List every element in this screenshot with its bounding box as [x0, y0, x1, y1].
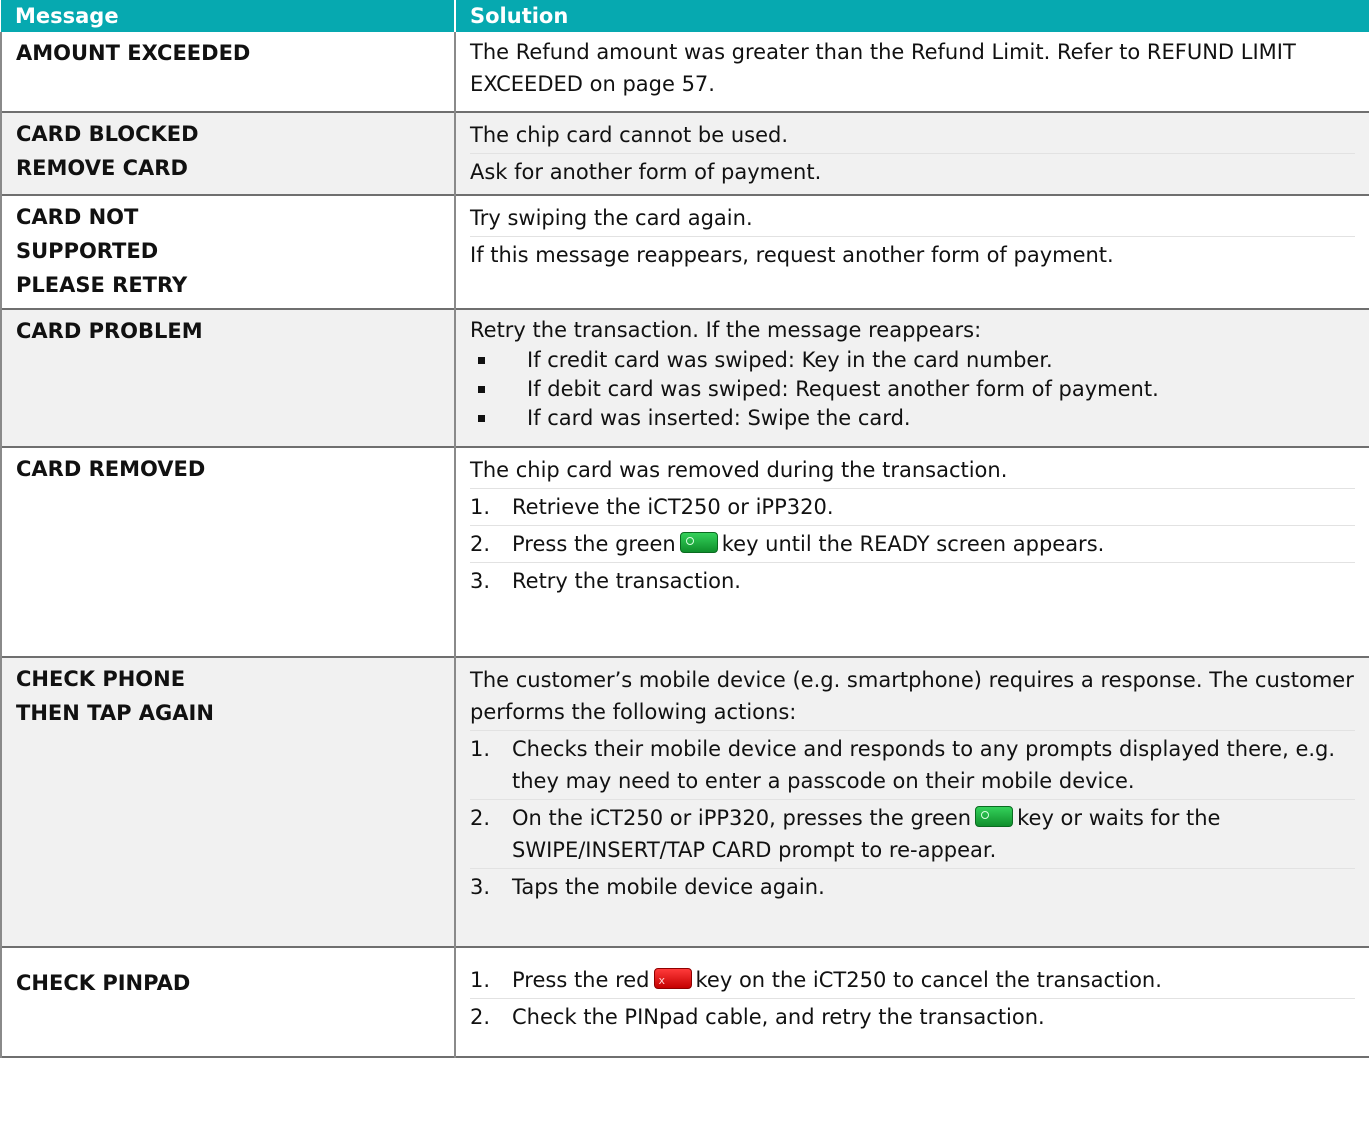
solution-cell: 1. Press the red key on the iCT250 to can…	[454, 947, 1369, 1057]
message-line: PLEASE RETRY	[16, 273, 188, 297]
message-line: CHECK PHONE	[16, 667, 186, 691]
solution-cell: The chip card cannot be used. Ask for an…	[454, 112, 1369, 195]
red-key-icon	[653, 965, 692, 997]
message-cell: AMOUNT EXCEEDED	[0, 32, 455, 112]
solution-step: 2. Press the green key until the READY sc…	[470, 525, 1355, 562]
step-text: Retry the transaction.	[512, 569, 741, 593]
step-text: Retrieve the iCT250 or iPP320.	[512, 495, 834, 519]
step-text: Press the green	[512, 532, 676, 556]
solution-paragraph: Try swiping the card again.	[470, 206, 753, 230]
step-text: Checks their mobile device and responds …	[512, 737, 1336, 793]
step-number: 2.	[470, 532, 491, 556]
solution-cell: Retry the transaction. If the message re…	[454, 309, 1369, 447]
step-text: key on the iCT250 to cancel the transact…	[695, 968, 1162, 992]
solution-cell: Try swiping the card again. If this mess…	[454, 195, 1369, 309]
solution-step: 3. Retry the transaction.	[470, 562, 1355, 599]
message-line: CARD BLOCKED	[16, 122, 199, 146]
step-number: 1.	[470, 737, 491, 761]
message-line: REMOVE CARD	[16, 156, 188, 180]
message-cell: CARD NOT SUPPORTED PLEASE RETRY	[0, 195, 455, 309]
solution-step: 2. Check the PINpad cable, and retry the…	[470, 998, 1355, 1035]
table-row: CHECK PHONE THEN TAP AGAIN The customer’…	[0, 657, 1369, 947]
solution-step: 3. Taps the mobile device again.	[470, 868, 1355, 905]
step-text: key until the READY screen appears.	[721, 532, 1105, 556]
solution-step: 2. On the iCT250 or iPP320, presses the …	[470, 799, 1355, 868]
table-row: CARD BLOCKED REMOVE CARD The chip card c…	[0, 112, 1369, 195]
table-row: CHECK PINPAD 1. Press the red key on the …	[0, 947, 1369, 1057]
message-line: SUPPORTED	[16, 239, 159, 263]
message-cell: CHECK PINPAD	[0, 947, 455, 1057]
solution-paragraph: If this message reappears, request anoth…	[470, 236, 1355, 273]
message-cell: CARD PROBLEM	[0, 309, 455, 447]
step-number: 2.	[470, 806, 491, 830]
message-line: CHECK PINPAD	[16, 971, 191, 995]
solution-step: 1. Press the red key on the iCT250 to can…	[470, 962, 1355, 998]
step-text: Taps the mobile device again.	[512, 875, 825, 899]
column-header-message: Message	[1, 0, 456, 32]
solution-intro: The customer’s mobile device (e.g. smart…	[470, 668, 1354, 724]
message-line: THEN TAP AGAIN	[16, 701, 214, 725]
step-text: On the iCT250 or iPP320, presses the gre…	[512, 806, 972, 830]
solution-cell: The customer’s mobile device (e.g. smart…	[454, 657, 1369, 947]
table-row: CARD PROBLEM Retry the transaction. If t…	[0, 309, 1369, 447]
column-header-solution: Solution	[455, 0, 1369, 32]
error-message-table: Message Solution AMOUNT EXCEEDED The Ref…	[0, 0, 1369, 1058]
step-number: 3.	[470, 569, 491, 593]
message-line: CARD NOT	[16, 205, 139, 229]
message-line: AMOUNT EXCEEDED	[16, 41, 251, 65]
solution-cell: The chip card was removed during the tra…	[454, 447, 1369, 657]
solution-intro: The chip card was removed during the tra…	[470, 458, 1008, 482]
step-text: Press the red	[512, 968, 650, 992]
solution-intro: Retry the transaction. If the message re…	[470, 318, 982, 342]
table-row: AMOUNT EXCEEDED The Refund amount was gr…	[0, 32, 1369, 112]
step-number: 3.	[470, 875, 491, 899]
message-cell: CARD BLOCKED REMOVE CARD	[0, 112, 455, 195]
step-number: 1.	[470, 968, 491, 992]
list-item: If credit card was swiped: Key in the ca…	[470, 346, 1355, 375]
step-number: 1.	[470, 495, 491, 519]
list-item: If debit card was swiped: Request anothe…	[470, 375, 1355, 404]
solution-step: 1. Checks their mobile device and respon…	[470, 730, 1355, 799]
solution-bullet-list: If credit card was swiped: Key in the ca…	[470, 346, 1355, 433]
solution-cell: The Refund amount was greater than the R…	[454, 32, 1369, 112]
message-line: CARD PROBLEM	[16, 319, 203, 343]
table-row: CARD NOT SUPPORTED PLEASE RETRY Try swip…	[0, 195, 1369, 309]
step-text: Check the PINpad cable, and retry the tr…	[512, 1005, 1045, 1029]
green-key-icon	[975, 806, 1014, 827]
solution-paragraph: The chip card cannot be used.	[470, 123, 789, 147]
list-item: If card was inserted: Swipe the card.	[470, 404, 1355, 433]
message-line: CARD REMOVED	[16, 457, 206, 481]
solution-text: The Refund amount was greater than the R…	[470, 40, 1296, 96]
message-cell: CARD REMOVED	[0, 447, 455, 657]
solution-step: 1. Retrieve the iCT250 or iPP320.	[470, 488, 1355, 525]
message-cell: CHECK PHONE THEN TAP AGAIN	[0, 657, 455, 947]
step-number: 2.	[470, 1005, 491, 1029]
green-key-icon	[679, 532, 718, 553]
table-header-row: Message Solution	[1, 0, 1369, 32]
solution-paragraph: Ask for another form of payment.	[470, 153, 1355, 190]
table-row: CARD REMOVED The chip card was removed d…	[0, 447, 1369, 657]
